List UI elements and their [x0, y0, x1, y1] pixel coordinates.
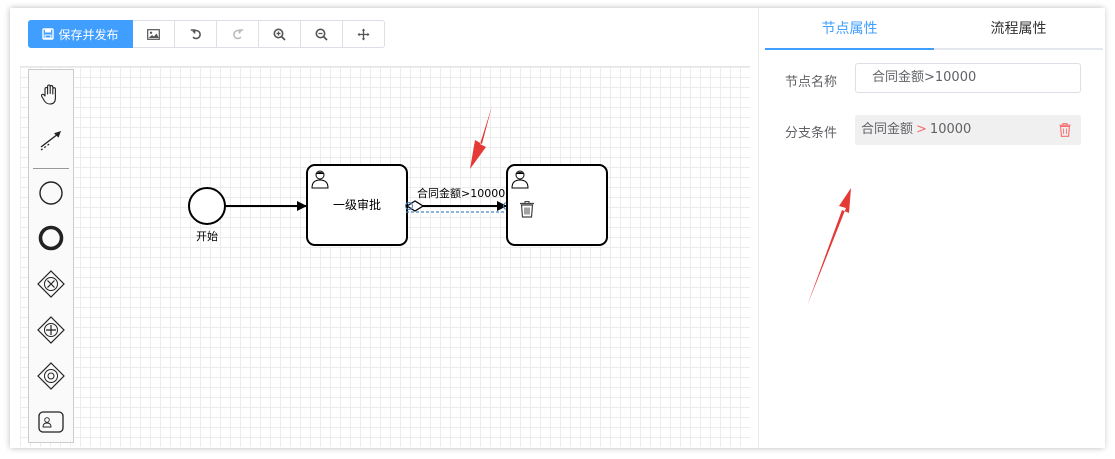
save-icon: [42, 28, 55, 40]
branch-condition-label: 分支条件: [785, 126, 838, 141]
conditional-flow-label: 合同金额>10000: [417, 186, 505, 200]
save-publish-button[interactable]: 保存并发布: [28, 20, 133, 48]
condition-field: 合同金额: [861, 122, 914, 137]
process-diagram: 开始 一级审批 合同金额>10000: [188, 106, 608, 246]
undo-icon: [190, 29, 201, 40]
bpmn-canvas[interactable]: 开始 一级审批 合同金额>10000: [20, 66, 750, 447]
zoom-out-icon: [315, 28, 328, 41]
move-button[interactable]: [343, 20, 385, 48]
condition-value: 10000: [929, 122, 972, 137]
zoom-out-button[interactable]: [301, 20, 343, 48]
tab-node-properties[interactable]: 节点属性: [765, 16, 934, 48]
annotation-arrow: [807, 188, 851, 306]
tab-process-properties[interactable]: 流程属性: [934, 16, 1103, 48]
redo-button[interactable]: [217, 20, 259, 48]
save-publish-label: 保存并发布: [58, 27, 119, 42]
properties-panel: 节点属性 流程属性 节点名称 合同金额>10000 分支条件 合同金额 >1000…: [758, 8, 1105, 448]
task-level1-label: 一级审批: [333, 197, 381, 212]
image-button[interactable]: [133, 20, 175, 48]
image-icon: [147, 28, 160, 40]
move-icon: [357, 28, 370, 40]
toolbar: 保存并发布: [28, 20, 385, 48]
annotation-arrow: [470, 106, 492, 169]
zoom-in-icon: [273, 28, 286, 41]
start-event-label: 开始: [196, 229, 218, 243]
undo-button[interactable]: [175, 20, 217, 48]
editor-window: 保存并发布 开始 一级审批 合同金额>10000 节点属性 流程属性 节点名称 …: [10, 8, 1105, 448]
redo-icon: [232, 29, 243, 40]
start-event[interactable]: [188, 187, 226, 225]
node-name-input[interactable]: 合同金额>10000: [855, 63, 1081, 93]
branch-condition-tag[interactable]: 合同金额 >10000: [855, 115, 1081, 145]
panel-tabs: 节点属性 流程属性: [765, 16, 1103, 50]
zoom-in-button[interactable]: [259, 20, 301, 48]
condition-operator: >: [916, 122, 927, 137]
delete-condition-icon[interactable]: [1059, 123, 1071, 137]
active-tab-indicator: [765, 48, 934, 50]
node-name-label: 节点名称: [785, 75, 838, 90]
